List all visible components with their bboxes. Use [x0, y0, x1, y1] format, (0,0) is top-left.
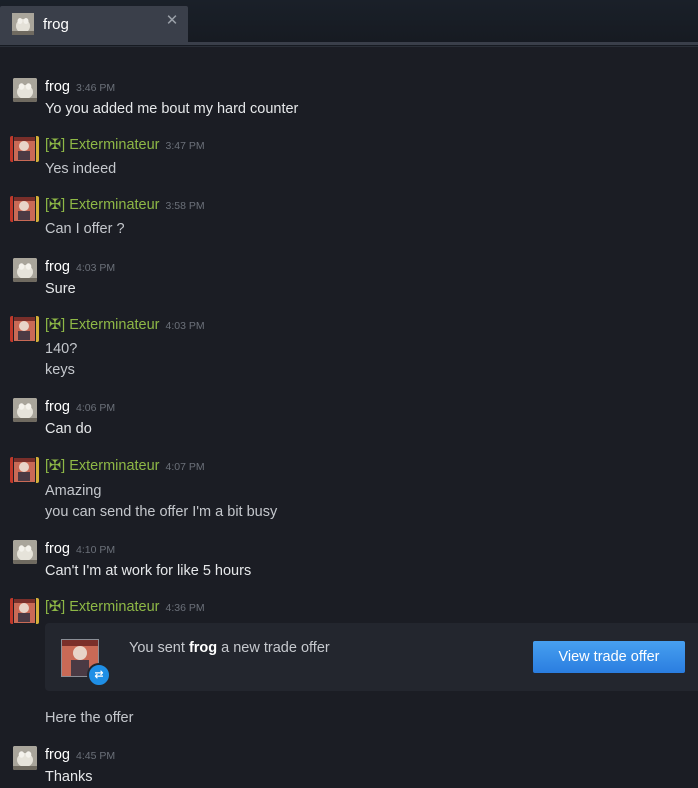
- message-text: Can I offer ?: [45, 221, 125, 237]
- tab-underline: [0, 42, 698, 45]
- message-author[interactable]: [✠] Exterminateur 4:36 PM: [45, 599, 205, 615]
- message-timestamp: 4:45 PM: [76, 750, 116, 762]
- frog-avatar[interactable]: [13, 398, 37, 422]
- close-icon[interactable]: ✕: [164, 13, 180, 29]
- message-text: Thanks: [45, 769, 93, 785]
- message-text: Can do: [45, 421, 92, 437]
- message-timestamp: 4:03 PM: [76, 262, 116, 274]
- message-author[interactable]: [✠] Exterminateur 4:03 PM: [45, 317, 205, 333]
- message-text: keys: [45, 362, 75, 378]
- message-text: Here the offer: [45, 710, 134, 726]
- message-author[interactable]: frog 4:03 PM: [45, 259, 115, 275]
- frog-avatar[interactable]: [13, 78, 37, 102]
- exterminateur-avatar[interactable]: [10, 457, 39, 483]
- message-author[interactable]: frog 4:10 PM: [45, 541, 115, 557]
- message-text: Amazing: [45, 483, 102, 499]
- message-timestamp: 4:07 PM: [165, 461, 205, 473]
- message-text: Can't I'm at work for like 5 hours: [45, 563, 252, 579]
- message-timestamp: 4:10 PM: [76, 544, 116, 556]
- message-text: Sure: [45, 281, 76, 297]
- exterminateur-avatar[interactable]: [10, 316, 39, 342]
- message-timestamp: 3:58 PM: [165, 200, 205, 212]
- tab-frog[interactable]: frog ✕: [0, 6, 188, 42]
- message-text: 140?: [45, 341, 78, 357]
- trade-offer-card: ⇄ You sent frog a new trade offer View t…: [45, 623, 698, 691]
- view-trade-offer-button[interactable]: View trade offer: [533, 641, 685, 673]
- chat-tab-bar: frog ✕: [0, 0, 698, 47]
- message-timestamp: 4:36 PM: [165, 602, 205, 614]
- message-author[interactable]: [✠] Exterminateur 3:47 PM: [45, 137, 205, 153]
- frog-avatar: [12, 13, 34, 35]
- exterminateur-avatar[interactable]: [10, 196, 39, 222]
- trade-recipient: frog: [188, 640, 218, 656]
- message-timestamp: 3:46 PM: [76, 82, 116, 94]
- exterminateur-avatar[interactable]: [10, 136, 39, 162]
- message-author[interactable]: frog 4:45 PM: [45, 747, 115, 763]
- message-text: you can send the offer I'm a bit busy: [45, 504, 278, 520]
- message-text: Yes indeed: [45, 161, 117, 177]
- message-text: Yo you added me bout my hard counter: [45, 101, 299, 117]
- trade-arrows-icon: ⇄: [87, 663, 111, 687]
- tab-label: frog: [43, 15, 69, 33]
- message-author[interactable]: [✠] Exterminateur 3:58 PM: [45, 197, 205, 213]
- frog-avatar[interactable]: [13, 746, 37, 770]
- message-timestamp: 4:03 PM: [165, 320, 205, 332]
- trade-offer-text: You sent frog a new trade offer: [129, 640, 330, 656]
- frog-avatar[interactable]: [13, 258, 37, 282]
- message-timestamp: 4:06 PM: [76, 402, 116, 414]
- message-timestamp: 3:47 PM: [165, 140, 205, 152]
- exterminateur-avatar[interactable]: [10, 598, 39, 624]
- chat-log: frog 3:46 PM Yo you added me bout my hard…: [0, 46, 698, 788]
- message-author[interactable]: [✠] Exterminateur 4:07 PM: [45, 458, 205, 474]
- message-author[interactable]: frog 3:46 PM: [45, 79, 115, 95]
- frog-avatar[interactable]: [13, 540, 37, 564]
- message-author[interactable]: frog 4:06 PM: [45, 399, 115, 415]
